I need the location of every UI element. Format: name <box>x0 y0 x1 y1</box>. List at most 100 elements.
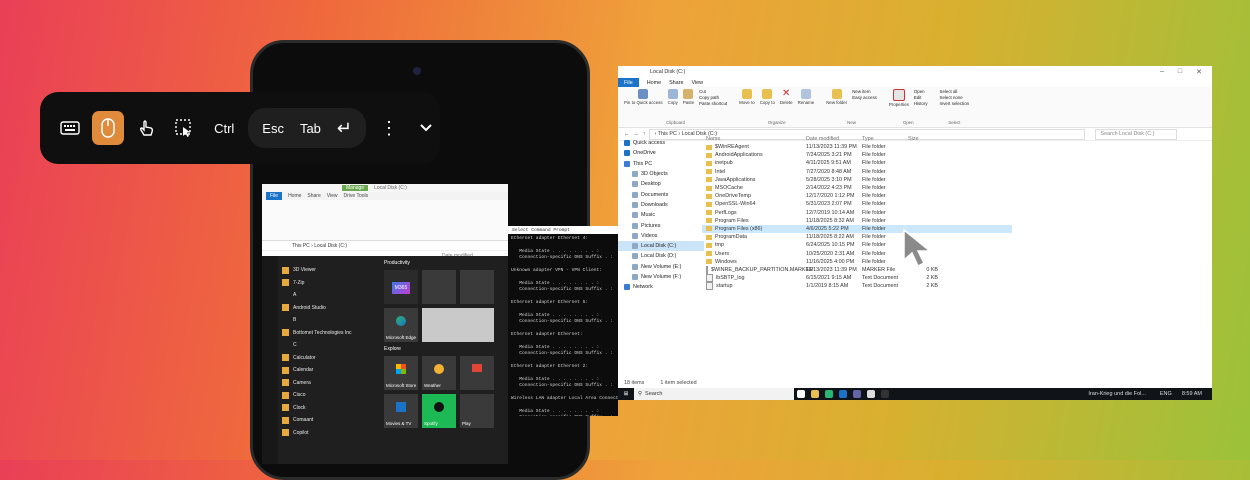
chevron-down-icon[interactable] <box>412 111 440 145</box>
table-row[interactable]: inetpub 4/11/2025 9:51 AM File folder <box>702 159 1012 167</box>
manage-tab[interactable]: Manage <box>342 185 369 191</box>
easy-access-button[interactable]: Easy access <box>852 95 877 100</box>
tab-home[interactable]: Home <box>647 80 661 86</box>
tile-2[interactable] <box>422 270 456 304</box>
nav-item[interactable]: Pictures <box>618 220 704 230</box>
start-icon[interactable]: ⊞ <box>618 391 634 397</box>
start-app-item[interactable]: Camera <box>282 377 382 390</box>
delete-button[interactable]: ✕ Delete <box>780 89 793 106</box>
start-app-item[interactable]: B <box>282 314 382 327</box>
up-icon[interactable]: ↑ <box>643 131 646 137</box>
select-all-button[interactable]: Select all <box>940 89 970 94</box>
touch-button[interactable] <box>130 111 162 145</box>
nav-item[interactable]: Network <box>618 282 704 292</box>
nav-item[interactable]: Quick access <box>618 138 704 148</box>
nav-item[interactable]: Videos <box>618 231 704 241</box>
app-taskbar-icon[interactable] <box>867 390 875 398</box>
maximize-icon[interactable]: □ <box>1178 68 1182 76</box>
select-area-button[interactable] <box>168 111 200 145</box>
tab-share[interactable]: Share <box>669 80 683 86</box>
mini-tab-home[interactable]: Home <box>288 193 301 199</box>
start-app-item[interactable]: A <box>282 289 382 302</box>
table-row[interactable]: MSOCache 2/14/2022 4:23 PM File folder <box>702 184 1012 192</box>
teams-taskbar-icon[interactable] <box>853 390 861 398</box>
clock[interactable]: 8:59 AM <box>1182 391 1202 397</box>
table-row[interactable]: AndroidApplications 7/24/2025 3:21 PM File… <box>702 151 1012 159</box>
copy-to-button[interactable]: Copy to <box>760 89 775 105</box>
invert-selection-button[interactable]: Invert selection <box>940 101 970 106</box>
table-row[interactable]: tmp 6/24/2025 10:15 PM File folder <box>702 241 1012 249</box>
task-view-icon[interactable] <box>797 390 805 398</box>
mini-tab-drive-tools[interactable]: Drive Tools <box>344 193 369 199</box>
pin-button[interactable]: Pin to Quick access <box>624 89 663 105</box>
tile-edge[interactable]: Microsoft Edge <box>384 308 418 342</box>
tile-3[interactable] <box>460 270 494 304</box>
news-widget[interactable]: Iran-Krieg und die Fol... <box>1088 391 1145 397</box>
nav-item[interactable]: Downloads <box>618 200 704 210</box>
forward-icon[interactable]: → <box>633 131 638 137</box>
new-folder-button[interactable]: New folder <box>826 89 847 105</box>
start-app-item[interactable]: Comaant <box>282 414 382 427</box>
start-app-item[interactable]: C <box>282 339 382 352</box>
start-app-item[interactable]: Clock <box>282 402 382 415</box>
copy-path-button[interactable]: Copy path <box>699 95 727 100</box>
table-row[interactable]: Intel 7/27/2020 8:48 AM File folder <box>702 168 1012 176</box>
start-app-item[interactable]: Cisco <box>282 389 382 402</box>
cmd-taskbar-icon[interactable] <box>881 390 889 398</box>
start-app-item[interactable]: Calendar <box>282 364 382 377</box>
close-icon[interactable]: ✕ <box>1196 68 1202 76</box>
tile-store[interactable]: Microsoft Store <box>384 356 418 390</box>
start-app-item[interactable]: 3D Viewer <box>282 264 382 277</box>
paste-button[interactable]: Paste <box>683 89 694 105</box>
enter-key-button[interactable]: ↵ <box>329 111 360 145</box>
tile-play[interactable]: Play <box>460 394 494 428</box>
tab-view[interactable]: View <box>691 80 703 86</box>
nav-item[interactable]: Local Disk (D:) <box>618 251 704 261</box>
taskbar-search[interactable]: ⚲ Search <box>634 388 794 400</box>
mini-address-bar[interactable]: This PC › Local Disk (C:) <box>262 241 508 251</box>
tile-m365[interactable]: M365 <box>384 270 418 304</box>
table-row[interactable]: OneDriveTemp 12/17/2020 1:12 PM File folde… <box>702 192 1012 200</box>
table-row[interactable]: startup 1/1/2019 8:15 AM Text Document 2 KB <box>702 282 1012 291</box>
table-row[interactable]: PerfLogs 12/7/2019 10:14 AM File folder <box>702 209 1012 217</box>
language-indicator[interactable]: ENG <box>1160 391 1172 397</box>
table-row[interactable]: Users 10/25/2020 2:31 AM File folder <box>702 249 1012 257</box>
tile-spotify[interactable]: Spotify <box>422 394 456 428</box>
tile-movies[interactable]: Movies & TV <box>384 394 418 428</box>
nav-item[interactable]: Desktop <box>618 179 704 189</box>
table-row[interactable]: OpenSSL-Win64 5/31/2023 2:07 PM File folde… <box>702 200 1012 208</box>
move-to-button[interactable]: Move to <box>739 89 755 105</box>
tile-news[interactable] <box>460 356 494 390</box>
edit-button[interactable]: Edit <box>914 95 928 100</box>
select-none-button[interactable]: Select none <box>940 95 970 100</box>
cut-button[interactable]: Cut <box>699 89 727 94</box>
tile-photo[interactable] <box>422 308 494 342</box>
keyboard-button[interactable] <box>54 111 86 145</box>
properties-button[interactable]: Properties <box>889 89 909 107</box>
col-size[interactable]: Size <box>908 136 938 142</box>
minimize-icon[interactable]: – <box>1160 68 1164 76</box>
tile-weather[interactable]: Weather <box>422 356 456 390</box>
copy-button[interactable]: Copy <box>668 89 678 105</box>
nav-item[interactable]: OneDrive <box>618 148 704 158</box>
search-input[interactable]: Search Local Disk (C:) <box>1095 128 1178 140</box>
start-app-item[interactable]: Bottomet Technologies Inc <box>282 327 382 340</box>
start-app-item[interactable]: Android Studio <box>282 302 382 315</box>
table-row[interactable]: JavaApplications 5/28/2025 3:10 PM File fo… <box>702 176 1012 184</box>
outlook-taskbar-icon[interactable] <box>839 390 847 398</box>
esc-key-button[interactable]: Esc <box>254 111 292 145</box>
table-row[interactable]: Windows 11/16/2025 4:00 PM File folder <box>702 258 1012 266</box>
nav-item[interactable]: Documents <box>618 189 704 199</box>
start-app-item[interactable]: 7-Zip <box>282 277 382 290</box>
mini-tab-share[interactable]: Share <box>307 193 320 199</box>
col-date[interactable]: Date modified <box>806 136 862 142</box>
paste-shortcut-button[interactable]: Paste shortcut <box>699 101 727 106</box>
nav-item[interactable]: New Volume (E:) <box>618 262 704 272</box>
table-row[interactable]: $WinREAgent 11/13/2023 11:39 PM File folde… <box>702 143 1012 151</box>
mini-tab-file[interactable]: File <box>266 192 283 200</box>
nav-item[interactable]: Music <box>618 210 704 220</box>
table-row[interactable]: Program Files 11/18/2025 8:32 AM File fold… <box>702 217 1012 225</box>
start-app-item[interactable]: Calculator <box>282 352 382 365</box>
open-button[interactable]: Open <box>914 89 928 94</box>
nav-item[interactable]: This PC <box>618 159 704 169</box>
